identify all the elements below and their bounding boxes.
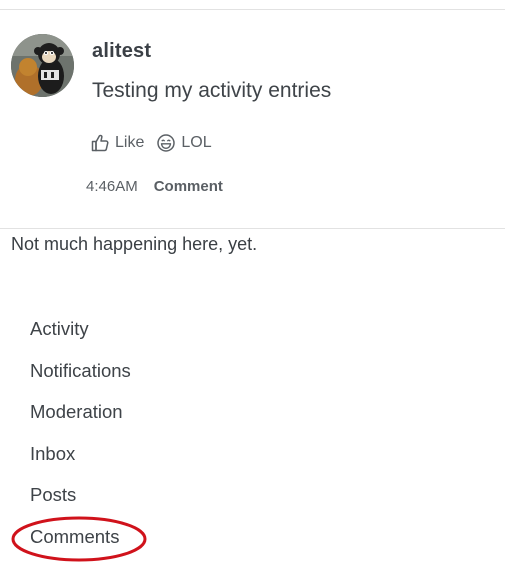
entry-timestamp: 4:46AM [86, 178, 138, 195]
activity-entry: alitest Testing my activity entries Like… [0, 10, 505, 228]
reaction-bar: Like LOL [90, 132, 224, 154]
thumbs-up-icon [91, 134, 109, 152]
like-label: Like [115, 134, 145, 151]
lol-label: LOL [181, 134, 212, 151]
nav-item-activity[interactable]: Activity [30, 316, 131, 358]
nav-item-notifications[interactable]: Notifications [30, 358, 131, 400]
nav-item-posts[interactable]: Posts [30, 482, 131, 524]
like-reaction-button[interactable]: Like [90, 133, 144, 153]
entry-meta: 4:46AM Comment [86, 178, 223, 195]
empty-state-message: Not much happening here, yet. [11, 234, 258, 254]
nav-item-comments[interactable]: Comments [30, 524, 131, 566]
comment-link[interactable]: Comment [154, 178, 223, 195]
nav-item-inbox[interactable]: Inbox [30, 441, 131, 483]
username-link[interactable]: alitest [92, 40, 151, 63]
user-avatar[interactable] [11, 34, 74, 97]
lol-reaction-button[interactable]: LOL [156, 133, 212, 153]
nav-item-moderation[interactable]: Moderation [30, 399, 131, 441]
activity-body-text: Testing my activity entries [92, 79, 332, 102]
monkey-avatar-icon [11, 34, 74, 97]
laughing-face-icon [157, 134, 176, 152]
profile-nav-menu: Activity Notifications Moderation Inbox … [30, 316, 131, 566]
section-divider [0, 228, 505, 229]
